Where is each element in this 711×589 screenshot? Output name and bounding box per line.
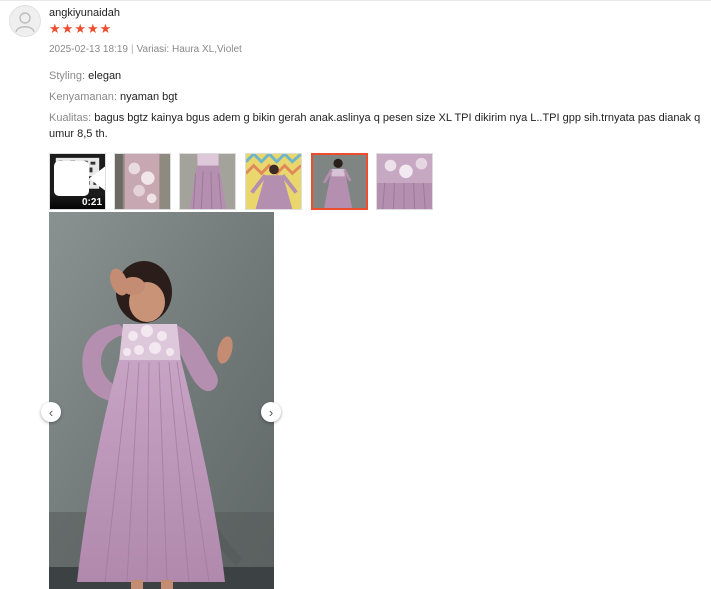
star-icon: ★ xyxy=(61,21,74,36)
thumbnail-photo-selected[interactable] xyxy=(311,153,368,210)
chevron-left-icon: ‹ xyxy=(48,404,54,420)
variant-value: Haura XL,Violet xyxy=(171,44,242,55)
attribute-kenyamanan: Kenyamanan: nyaman bgt xyxy=(49,89,177,105)
star-icon: ★ xyxy=(86,21,99,36)
prev-image-button[interactable]: ‹ xyxy=(41,402,61,422)
photo-preview xyxy=(313,155,366,208)
review-meta: 2025-02-13 18:19 | Variasi: Haura XL,Viole… xyxy=(49,44,242,55)
avatar[interactable] xyxy=(9,5,41,37)
meta-separator: | xyxy=(130,44,134,55)
star-icon: ★ xyxy=(74,21,86,36)
photo-preview xyxy=(115,154,170,209)
attribute-label: Kenyamanan: xyxy=(49,91,117,103)
photo-preview xyxy=(377,154,432,209)
thumbnail-video[interactable]: 0:21 xyxy=(49,153,106,210)
attribute-label: Kualitas: xyxy=(49,112,92,124)
photo-preview xyxy=(180,154,235,209)
attribute-label: Styling: xyxy=(49,70,86,82)
attribute-value: elegan xyxy=(88,70,122,82)
thumbnail-photo[interactable] xyxy=(245,153,302,210)
attribute-styling: Styling: elegan xyxy=(49,68,121,84)
rating-stars: ★ ★ ★ ★ ★ xyxy=(49,22,111,36)
attribute-value: nyaman bgt xyxy=(119,91,178,103)
thumbnail-photo[interactable] xyxy=(376,153,433,210)
variant-label: Variasi: xyxy=(136,44,170,55)
photo-preview xyxy=(246,154,301,209)
chevron-right-icon: › xyxy=(268,404,274,420)
main-photo xyxy=(49,212,274,589)
star-icon: ★ xyxy=(49,21,61,36)
thumbnail-photo[interactable] xyxy=(179,153,236,210)
next-image-button[interactable]: › xyxy=(261,402,281,422)
user-icon xyxy=(15,12,35,33)
review-text: bagus bgtz kainya bgus adem g bikin gera… xyxy=(49,112,701,140)
top-divider xyxy=(0,0,711,1)
main-media-viewer[interactable] xyxy=(49,212,274,589)
review-date: 2025-02-13 18:19 xyxy=(49,44,128,55)
thumbnail-photo[interactable] xyxy=(114,153,171,210)
username[interactable]: angkiyunaidah xyxy=(49,7,120,19)
video-duration: 0:21 xyxy=(81,197,102,208)
attribute-kualitas: Kualitas: bagus bgtz kainya bgus adem g … xyxy=(49,110,707,142)
star-icon: ★ xyxy=(99,21,112,36)
